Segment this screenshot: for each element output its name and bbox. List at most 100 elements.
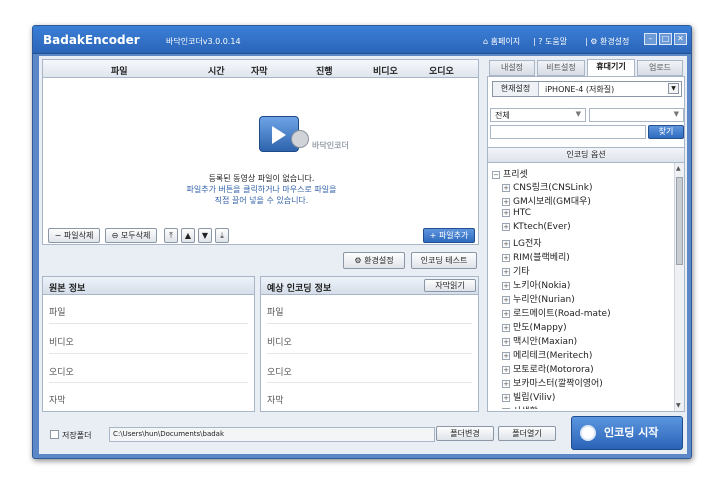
start-encoding-button[interactable]: 인코딩 시작 [571, 416, 683, 450]
save-path-field[interactable]: C:\Users\hun\Documents\badak [109, 427, 435, 442]
expand-icon[interactable]: + [502, 281, 510, 290]
add-file-button[interactable]: + 파일추가 [423, 228, 475, 243]
tree-item[interactable]: + 보카마스터(깔짝이영어) [502, 376, 603, 389]
save-folder-checkbox[interactable] [50, 430, 59, 439]
move-top-icon[interactable]: ⤒ [164, 228, 178, 243]
expand-icon[interactable]: + [502, 239, 510, 248]
tab-upload[interactable]: 업로드 [637, 60, 683, 76]
source-row-audio: 오디오 [49, 368, 74, 378]
expand-icon[interactable]: + [502, 309, 510, 318]
tree-item[interactable]: + 맥시안(Maxian) [502, 334, 577, 347]
right-panel: 내설정 비트설정 휴대기기 업로드 현재설정 iPHONE-4 (저화질) ▼ … [485, 56, 687, 412]
expand-icon[interactable]: + [502, 253, 510, 262]
scroll-thumb[interactable] [676, 177, 683, 265]
expand-icon[interactable]: + [502, 208, 510, 217]
open-folder-button[interactable]: 폴더열기 [498, 426, 556, 441]
model-filter-select[interactable]: ▼ [589, 108, 684, 122]
mobile-tab-content: 현재설정 iPHONE-4 (저화질) ▼ 전체 ▼ ▼ 찾기 인코딩 옵션 −… [487, 76, 685, 412]
remove-all-button[interactable]: ⊖ 모두삭제 [105, 228, 157, 243]
tree-item[interactable]: + 빌립(Viliv) [502, 390, 555, 403]
maximize-button[interactable]: □ [659, 33, 672, 45]
expand-icon[interactable]: + [502, 393, 510, 402]
source-row-video: 비디오 [49, 338, 74, 348]
film-reel-icon [580, 425, 596, 441]
tree-item[interactable]: + 메리테크(Meritech) [502, 348, 592, 361]
current-settings-select[interactable]: 현재설정 iPHONE-4 (저화질) ▼ [492, 81, 682, 97]
expand-icon[interactable]: + [502, 295, 510, 304]
expand-icon[interactable]: + [502, 379, 510, 388]
expand-icon[interactable]: + [502, 407, 510, 409]
help-link[interactable]: | ? 도움말 [533, 36, 567, 47]
tree-item[interactable]: + GM시보레(GM대우) [502, 194, 591, 207]
expand-icon[interactable]: + [502, 267, 510, 276]
brand-filter-select[interactable]: 전체 ▼ [490, 108, 586, 122]
minimize-button[interactable]: – [644, 33, 657, 45]
encode-test-button[interactable]: 인코딩 테스트 [411, 252, 477, 269]
col-time[interactable]: 시간 [208, 64, 225, 77]
move-bottom-icon[interactable]: ⤓ [215, 228, 229, 243]
logo-caption: 바닥인코더 [312, 141, 349, 150]
settings-label: 환경설정 [599, 37, 630, 46]
expand-icon[interactable]: + [502, 222, 510, 231]
scroll-up-icon[interactable]: ▲ [676, 165, 681, 172]
tree-item-label: 누리안(Nurian) [513, 295, 575, 305]
chevron-down-icon[interactable]: ▼ [668, 83, 679, 94]
app-version: 바닥인코더v3.0.0.14 [166, 37, 241, 46]
move-down-icon[interactable]: ▼ [198, 228, 212, 243]
tree-item[interactable]: +사생활 [502, 404, 538, 409]
close-button[interactable]: ✕ [674, 33, 687, 45]
move-up-icon[interactable]: ▲ [181, 228, 195, 243]
tree-scrollbar[interactable]: ▲ ▼ [674, 163, 684, 411]
search-input[interactable] [490, 125, 646, 139]
col-audio[interactable]: 오디오 [429, 64, 454, 77]
expand-icon[interactable]: + [502, 323, 510, 332]
search-button[interactable]: 찾기 [648, 125, 684, 139]
col-subtitle[interactable]: 자막 [251, 64, 268, 77]
divider [267, 353, 472, 354]
tree-item[interactable]: + 누리안(Nurian) [502, 292, 575, 305]
tab-mobile[interactable]: 휴대기기 [587, 59, 635, 77]
expand-icon[interactable]: + [502, 197, 510, 206]
tree-item-label: 모토로라(Motorora) [513, 365, 594, 375]
file-list-header: 파일 시간 자막 진행 비디오 오디오 [43, 60, 478, 78]
read-subtitle-button[interactable]: 자막읽기 [424, 279, 476, 292]
tree-item-label: LG전자 [513, 239, 542, 249]
expand-icon[interactable]: + [502, 365, 510, 374]
main-body: 파일 시간 자막 진행 비디오 오디오 바닥인코더 등록된 동영상 파일이 없습… [39, 56, 687, 454]
col-progress[interactable]: 진행 [316, 64, 333, 77]
remove-file-button[interactable]: − 파일삭제 [48, 228, 100, 243]
env-settings-button[interactable]: ⚙ 환경설정 [343, 252, 405, 269]
tree-item[interactable]: + LG전자 [502, 236, 542, 249]
expand-icon[interactable]: + [502, 337, 510, 346]
tree-item-label: GM시보레(GM대우) [513, 197, 591, 207]
source-row-file: 파일 [49, 308, 66, 318]
tree-item[interactable]: + 기타 [502, 264, 530, 277]
scroll-down-icon[interactable]: ▼ [676, 402, 681, 409]
title-bar: BadakEncoder 바닥인코더v3.0.0.14 ⌂ 홈페이지 | ? 도… [33, 26, 691, 54]
settings-link[interactable]: | ⚙ 환경설정 [585, 36, 629, 47]
change-folder-button[interactable]: 폴더변경 [436, 426, 494, 441]
tree-item[interactable]: + 노키아(Nokia) [502, 278, 570, 291]
tree-item[interactable]: + KTtech(Ever) [502, 222, 571, 232]
tree-item[interactable]: + 로드메이트(Road-mate) [502, 306, 611, 319]
col-file[interactable]: 파일 [111, 64, 128, 77]
tree-item[interactable]: + 만도(Mappy) [502, 320, 567, 333]
tab-my-settings[interactable]: 내설정 [489, 60, 535, 76]
tab-bit-settings[interactable]: 비트설정 [537, 60, 585, 76]
add-file-label: 파일추가 [438, 231, 469, 240]
expand-icon[interactable]: + [502, 183, 510, 192]
help-label: 도움말 [545, 37, 568, 46]
source-info-title: 원본 정보 [49, 284, 86, 294]
tree-item[interactable]: + CNS링크(CNSLink) [502, 180, 592, 193]
expected-row-audio: 오디오 [267, 368, 292, 378]
expand-icon[interactable]: + [502, 351, 510, 360]
tree-item[interactable]: + RIM(블랙베리) [502, 250, 570, 263]
start-encoding-label: 인코딩 시작 [604, 426, 659, 439]
tree-root[interactable]: − 프리셋 [492, 167, 528, 180]
tree-item[interactable]: + 모토로라(Motorora) [502, 362, 594, 375]
tree-item[interactable]: + HTC [502, 208, 531, 218]
read-subtitle-label: 자막읽기 [435, 281, 465, 290]
col-video[interactable]: 비디오 [373, 64, 398, 77]
collapse-icon[interactable]: − [492, 170, 500, 179]
homepage-link[interactable]: ⌂ 홈페이지 [483, 36, 520, 47]
